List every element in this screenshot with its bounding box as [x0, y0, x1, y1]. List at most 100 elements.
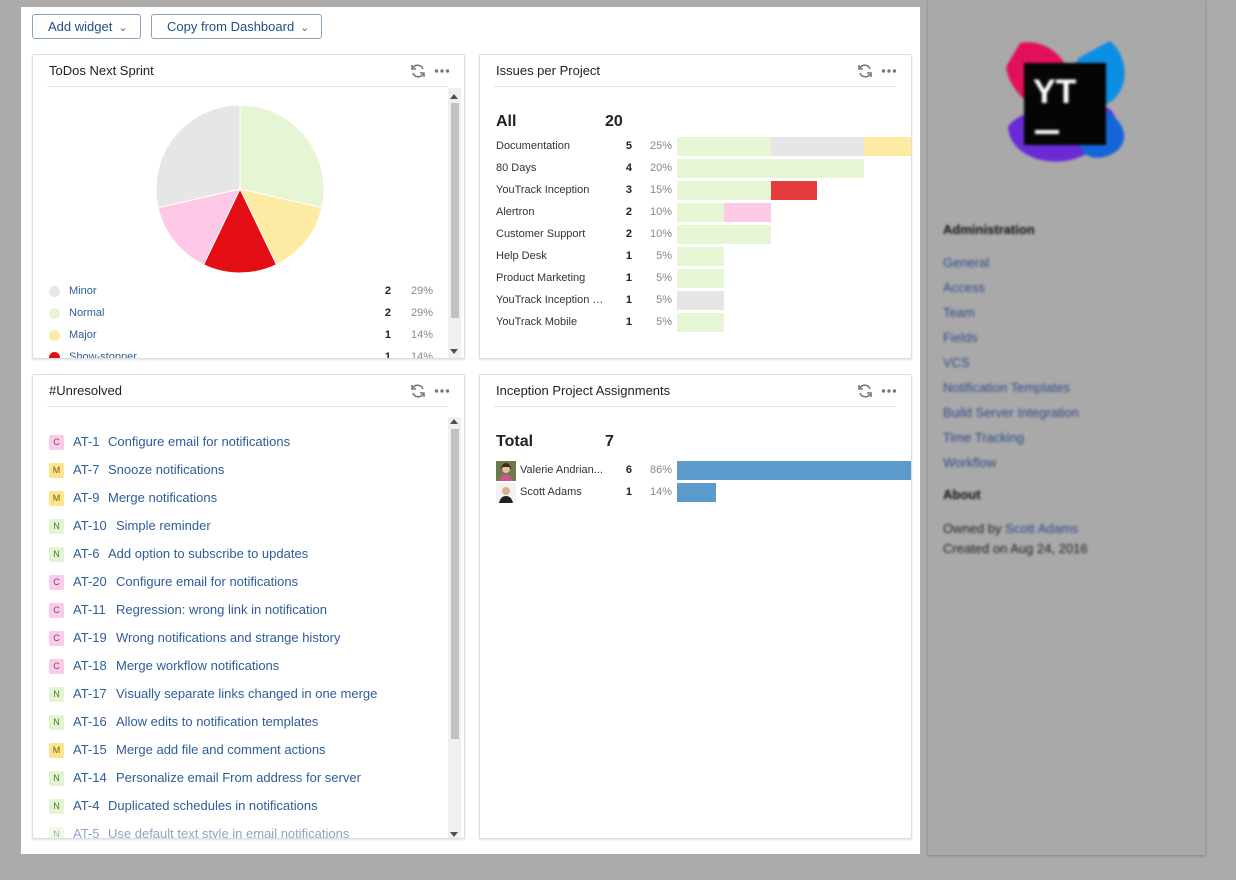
- issue-row[interactable]: C AT-20 Configure email for notifications: [49, 573, 449, 593]
- sidebar-link-build-server-integration[interactable]: Build Server Integration: [943, 405, 1079, 420]
- issue-summary[interactable]: Add option to subscribe to updates: [108, 546, 308, 561]
- issue-summary[interactable]: Configure email for notifications: [116, 574, 298, 589]
- project-row[interactable]: YouTrack Inception R... 1 5%: [496, 290, 896, 312]
- sidebar-link-general[interactable]: General: [943, 255, 989, 270]
- legend-item[interactable]: Show-stopper 1 14%: [49, 347, 433, 358]
- issue-id[interactable]: AT-20: [73, 574, 107, 589]
- issue-row[interactable]: M AT-9 Merge notifications: [49, 489, 449, 509]
- issue-summary[interactable]: Duplicated schedules in notifications: [108, 798, 318, 813]
- issue-summary[interactable]: Use default text style in email notifica…: [108, 826, 349, 838]
- sidebar-link-access[interactable]: Access: [943, 280, 985, 295]
- project-row[interactable]: Alertron 2 10%: [496, 202, 896, 224]
- project-row[interactable]: Help Desk 1 5%: [496, 246, 896, 268]
- issue-id[interactable]: AT-5: [73, 826, 100, 838]
- issue-summary[interactable]: Regression: wrong link in notification: [116, 602, 327, 617]
- issue-summary[interactable]: Merge add file and comment actions: [116, 742, 326, 757]
- assignee-row[interactable]: Valerie Andrian... 6 86%: [496, 460, 911, 482]
- issue-summary[interactable]: Simple reminder: [116, 518, 211, 533]
- project-name[interactable]: Help Desk: [496, 250, 604, 262]
- issue-row[interactable]: M AT-7 Snooze notifications: [49, 461, 449, 481]
- bar-segment[interactable]: [864, 137, 911, 156]
- scroll-down-arrow[interactable]: [450, 349, 458, 354]
- issue-summary[interactable]: Wrong notifications and strange history: [116, 630, 341, 645]
- issue-row[interactable]: N AT-6 Add option to subscribe to updates: [49, 545, 449, 565]
- bar-segment[interactable]: [677, 313, 724, 332]
- bar-segment[interactable]: [677, 225, 771, 244]
- legend-item[interactable]: Major 1 14%: [49, 325, 433, 347]
- sidebar-link-workflow[interactable]: Workflow: [943, 455, 996, 470]
- issue-row[interactable]: N AT-17 Visually separate links changed in…: [49, 685, 449, 705]
- refresh-icon[interactable]: [410, 63, 426, 79]
- project-name[interactable]: YouTrack Inception: [496, 184, 604, 196]
- issue-id[interactable]: AT-15: [73, 742, 107, 757]
- issue-id[interactable]: AT-7: [73, 462, 100, 477]
- sidebar-link-team[interactable]: Team: [943, 305, 975, 320]
- bar-segment[interactable]: [770, 137, 865, 156]
- project-row[interactable]: Product Marketing 1 5%: [496, 268, 896, 290]
- todos-scrollbar[interactable]: [448, 88, 461, 358]
- add-widget-button[interactable]: Add widget ⌄: [32, 14, 141, 39]
- more-icon[interactable]: [434, 383, 450, 399]
- issue-summary[interactable]: Personalize email From address for serve…: [116, 770, 361, 785]
- project-row[interactable]: YouTrack Inception 3 15%: [496, 180, 896, 202]
- project-name[interactable]: YouTrack Mobile: [496, 316, 604, 328]
- more-icon[interactable]: [881, 63, 897, 79]
- sidebar-link-vcs[interactable]: VCS: [943, 355, 970, 370]
- unresolved-scrollbar[interactable]: [448, 417, 461, 838]
- project-row[interactable]: 80 Days 4 20%: [496, 158, 896, 180]
- scroll-thumb[interactable]: [451, 429, 459, 739]
- bar-segment[interactable]: [677, 159, 865, 178]
- issue-row[interactable]: C AT-18 Merge workflow notifications: [49, 657, 449, 677]
- more-icon[interactable]: [881, 383, 897, 399]
- scroll-down-arrow[interactable]: [450, 832, 458, 837]
- project-name[interactable]: Documentation: [496, 140, 604, 152]
- scroll-up-arrow[interactable]: [450, 419, 458, 424]
- issue-summary[interactable]: Merge workflow notifications: [116, 658, 279, 673]
- issue-row[interactable]: C AT-11 Regression: wrong link in notifica…: [49, 601, 449, 621]
- issue-row[interactable]: C AT-19 Wrong notifications and strange hi…: [49, 629, 449, 649]
- issue-summary[interactable]: Allow edits to notification templates: [116, 714, 318, 729]
- bar-segment[interactable]: [677, 247, 724, 266]
- pie-slice-minor[interactable]: [155, 104, 241, 209]
- issue-row[interactable]: C AT-1 Configure email for notifications: [49, 433, 449, 453]
- project-row[interactable]: Customer Support 2 10%: [496, 224, 896, 246]
- issue-id[interactable]: AT-4: [73, 798, 100, 813]
- legend-item[interactable]: Minor 2 29%: [49, 281, 433, 303]
- scroll-up-arrow[interactable]: [450, 94, 458, 99]
- issue-id[interactable]: AT-11: [73, 602, 106, 617]
- issue-id[interactable]: AT-1: [73, 434, 100, 449]
- bar-segment[interactable]: [770, 181, 818, 200]
- issue-id[interactable]: AT-19: [73, 630, 107, 645]
- issue-id[interactable]: AT-9: [73, 490, 100, 505]
- project-name[interactable]: 80 Days: [496, 162, 604, 174]
- issue-row[interactable]: N AT-4 Duplicated schedules in notificatio…: [49, 797, 449, 817]
- project-name[interactable]: Customer Support: [496, 228, 604, 240]
- project-name[interactable]: Alertron: [496, 206, 604, 218]
- assignee-name[interactable]: Valerie Andrian...: [520, 464, 604, 476]
- bar-segment[interactable]: [677, 203, 724, 222]
- bar-segment[interactable]: [677, 269, 724, 288]
- issue-id[interactable]: AT-14: [73, 770, 107, 785]
- issue-row[interactable]: N AT-10 Simple reminder: [49, 517, 449, 537]
- project-row[interactable]: YouTrack Mobile 1 5%: [496, 312, 896, 334]
- refresh-icon[interactable]: [410, 383, 426, 399]
- assignee-bar[interactable]: [677, 461, 911, 480]
- assignee-name[interactable]: Scott Adams: [520, 486, 604, 498]
- refresh-icon[interactable]: [857, 383, 873, 399]
- sidebar-link-time-tracking[interactable]: Time Tracking: [943, 430, 1024, 445]
- issue-id[interactable]: AT-10: [73, 518, 107, 533]
- issue-row[interactable]: N AT-14 Personalize email From address for…: [49, 769, 449, 789]
- issue-summary[interactable]: Visually separate links changed in one m…: [116, 686, 377, 701]
- issue-summary[interactable]: Merge notifications: [108, 490, 217, 505]
- project-row[interactable]: Documentation 5 25%: [496, 136, 911, 158]
- issue-summary[interactable]: Configure email for notifications: [108, 434, 290, 449]
- more-icon[interactable]: [434, 63, 450, 79]
- legend-item[interactable]: Normal 2 29%: [49, 303, 433, 325]
- scroll-thumb[interactable]: [451, 103, 459, 318]
- issue-id[interactable]: AT-18: [73, 658, 107, 673]
- refresh-icon[interactable]: [857, 63, 873, 79]
- copy-from-dashboard-button[interactable]: Copy from Dashboard ⌄: [151, 14, 323, 39]
- bar-segment[interactable]: [723, 203, 771, 222]
- issue-row[interactable]: N AT-5 Use default text style in email not…: [49, 825, 449, 838]
- assignee-row[interactable]: Scott Adams 1 14%: [496, 482, 896, 504]
